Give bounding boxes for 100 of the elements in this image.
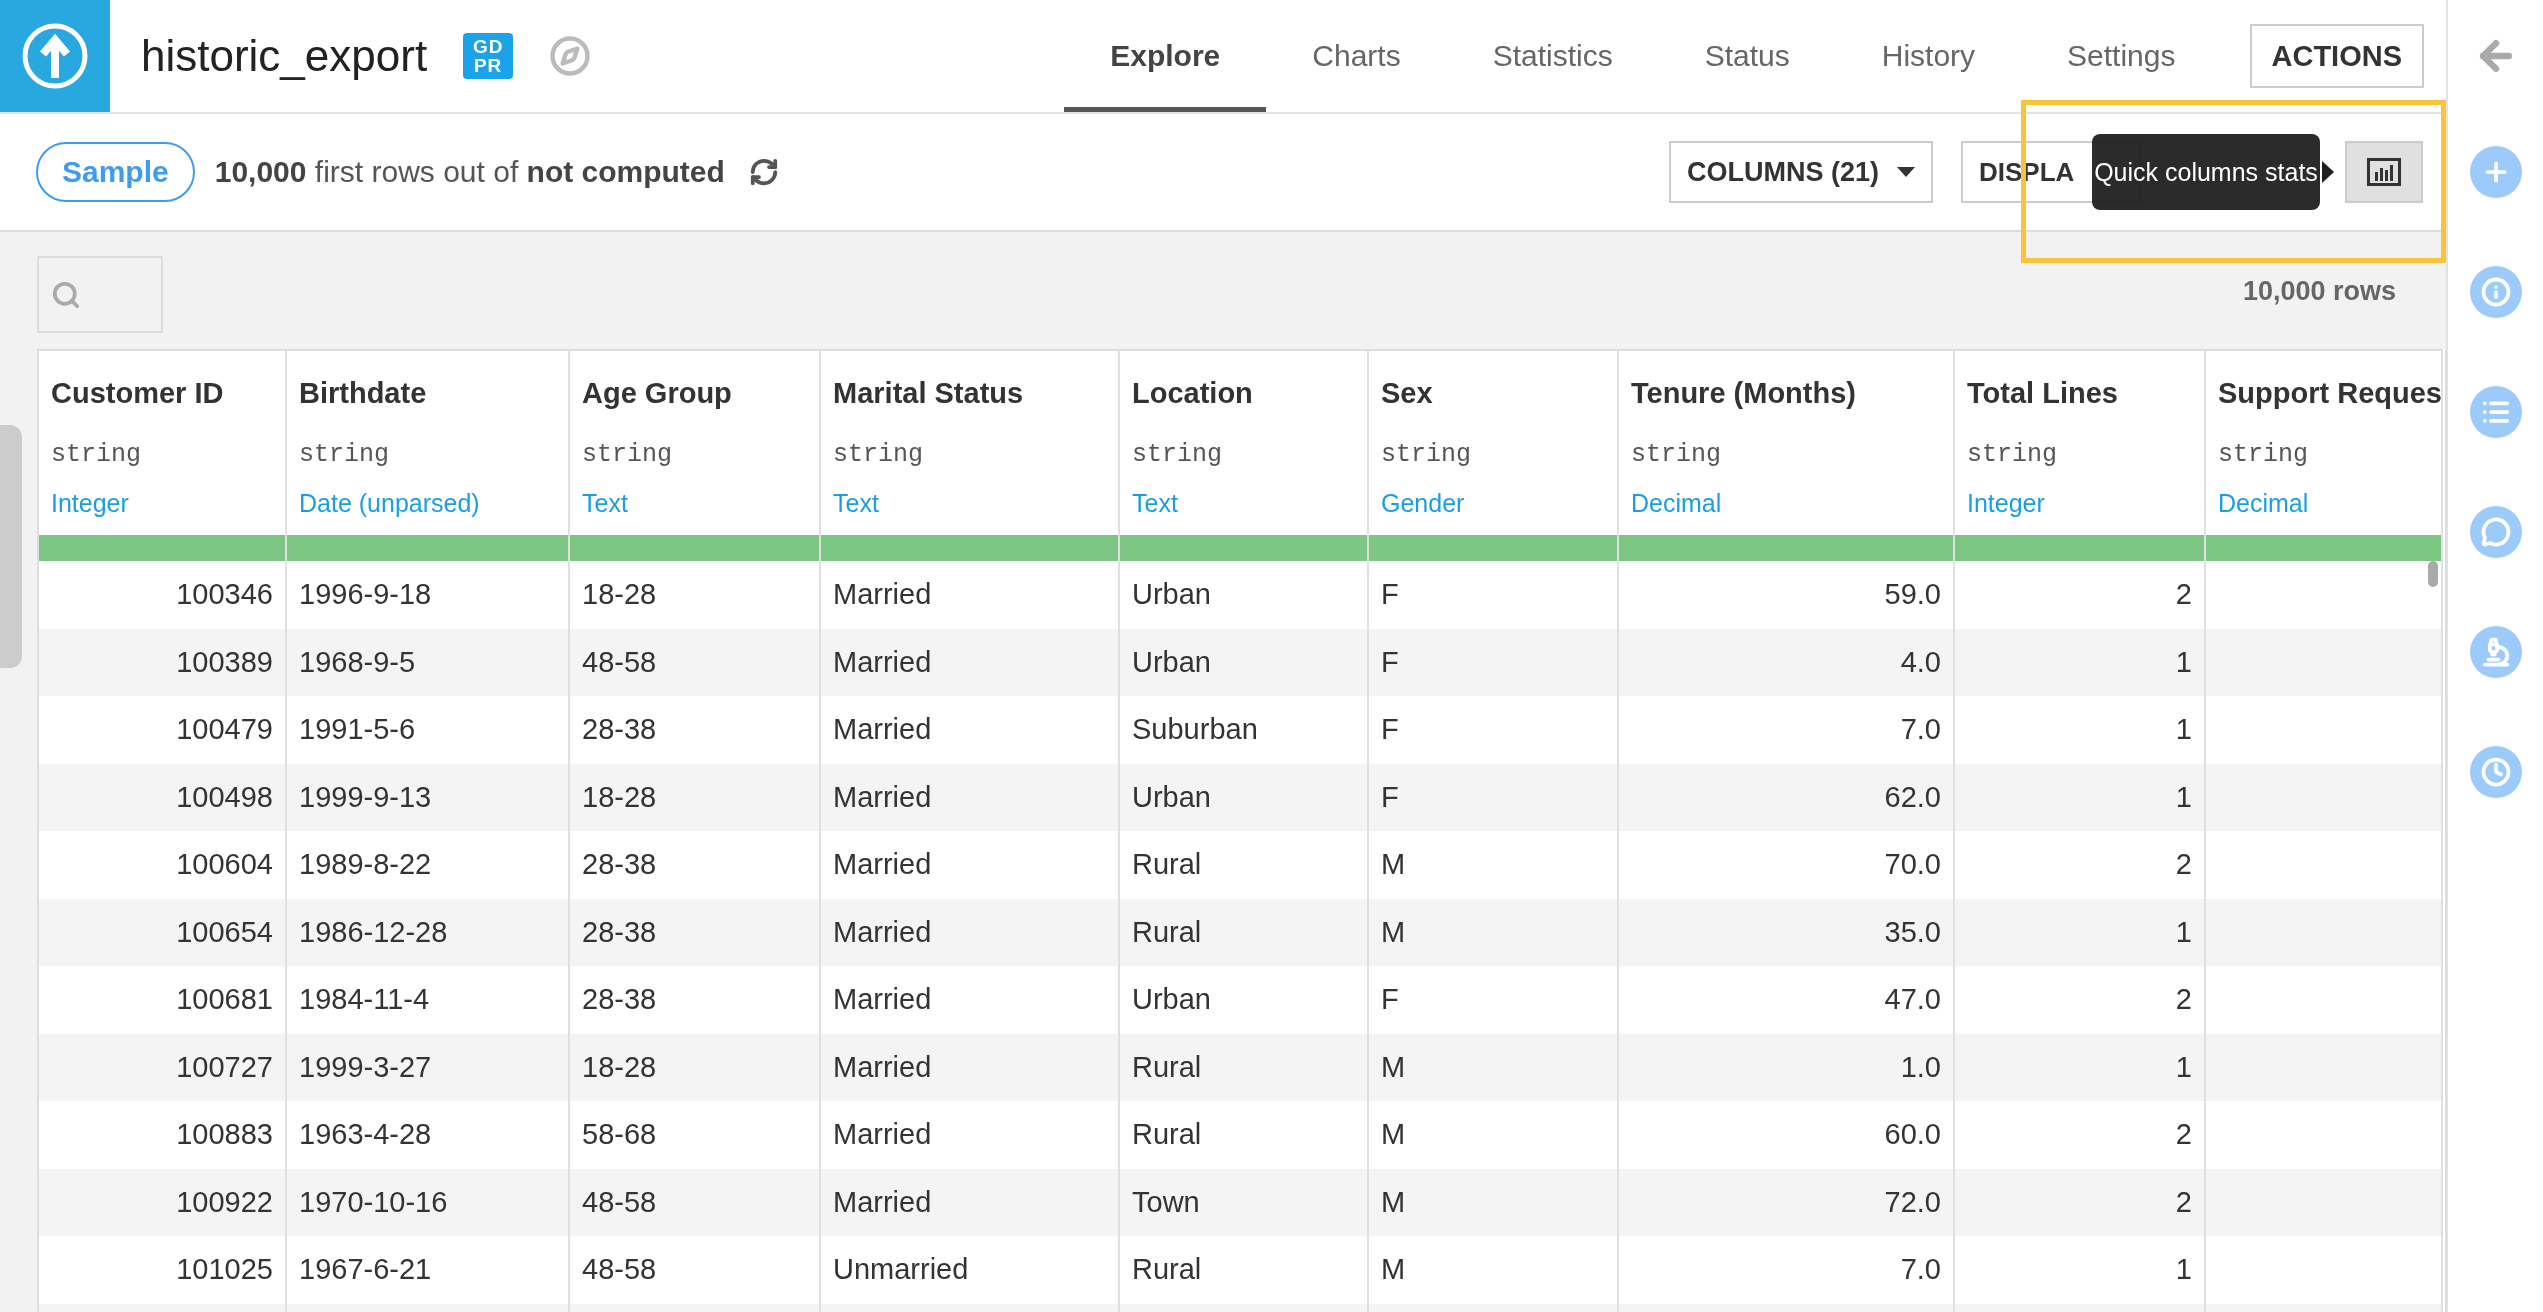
history-button[interactable]: [2469, 746, 2522, 798]
column-meaning[interactable]: Date (unparsed): [299, 489, 568, 518]
column-header[interactable]: Marital Status string Text: [821, 349, 1120, 561]
column-meaning[interactable]: Decimal: [1631, 489, 1953, 518]
table-cell: 100922: [39, 1168, 287, 1236]
sample-button[interactable]: Sample: [36, 142, 195, 202]
table-cell: 1968-9-5: [287, 628, 570, 696]
table-cell: Rural: [1120, 898, 1369, 966]
table-cell: Married: [821, 763, 1120, 831]
table-cell: 18-28: [570, 1033, 821, 1101]
table-cell: 1: [1955, 1033, 2206, 1101]
column-name: Location: [1132, 377, 1254, 410]
logo-icon[interactable]: [0, 0, 110, 112]
table-cell: Urban: [1120, 628, 1369, 696]
table-cell: Married: [821, 1033, 1120, 1101]
table-cell: M: [1369, 1168, 1619, 1236]
info-button[interactable]: [2469, 266, 2522, 318]
nav-tab[interactable]: History: [1835, 0, 2022, 112]
nav-tab[interactable]: Statistics: [1446, 0, 1659, 112]
nav-tab[interactable]: Settings: [2021, 0, 2222, 112]
column-meaning[interactable]: Integer: [51, 489, 285, 518]
table-cell: 28-38: [570, 898, 821, 966]
search-field[interactable]: [37, 256, 163, 333]
search-icon: [51, 279, 81, 310]
table-cell: 100727: [39, 1033, 287, 1101]
columns-button[interactable]: COLUMNS (21): [1669, 141, 1933, 203]
column-name: Sex: [1381, 377, 1434, 410]
refresh-icon[interactable]: [748, 157, 779, 187]
add-button[interactable]: [2469, 146, 2522, 198]
dataset-title: historic_export: [141, 31, 428, 81]
table-cell: 62.0: [1619, 763, 1955, 831]
table-cell: Town: [1120, 1168, 1369, 1236]
storage-type: string: [1967, 440, 2058, 469]
list-button[interactable]: [2469, 386, 2522, 438]
compass-icon[interactable]: [549, 35, 592, 77]
nav-tab[interactable]: Charts: [1266, 0, 1447, 112]
table-cell: 35.0: [1619, 898, 1955, 966]
table-cell: 1: [1955, 628, 2206, 696]
scrollbar-thumb[interactable]: [2428, 561, 2438, 587]
table-cell: M: [1369, 898, 1619, 966]
storage-type: string: [51, 440, 142, 469]
column-header[interactable]: Support Reques string Decimal: [2206, 349, 2443, 561]
storage-type: string: [582, 440, 673, 469]
panel-handle[interactable]: [0, 425, 22, 668]
bar-chart-icon: [2367, 158, 2401, 186]
lab-button[interactable]: [2469, 626, 2522, 678]
table-cell: 100389: [39, 628, 287, 696]
column-name: Birthdate: [299, 377, 428, 410]
table-cell: 1: [1955, 898, 2206, 966]
column-meaning[interactable]: Integer: [1967, 489, 2204, 518]
column-header[interactable]: Location string Text: [1120, 349, 1369, 561]
table-cell: 72.0: [1619, 1168, 1955, 1236]
column-meaning[interactable]: Text: [1132, 489, 1367, 518]
table-cell: 1.0: [1619, 1033, 1955, 1101]
column-meaning[interactable]: Decimal: [2218, 489, 2441, 518]
table-cell: 1: [1955, 763, 2206, 831]
table-cell: 1999-9-13: [287, 763, 570, 831]
nav-tab[interactable]: Explore: [1064, 0, 1267, 112]
storage-type: string: [833, 440, 924, 469]
column-header[interactable]: Age Group string Text: [570, 349, 821, 561]
table-cell: F: [1369, 763, 1619, 831]
table-cell: 100654: [39, 898, 287, 966]
nav-tab[interactable]: Status: [1658, 0, 1836, 112]
speech-bubble-icon: [2480, 517, 2511, 547]
tooltip: Quick columns stats: [2092, 134, 2320, 210]
gdpr-badge: GD PR: [463, 33, 514, 79]
column-name: Age Group: [582, 377, 733, 410]
column-name: Customer ID: [51, 377, 225, 410]
quick-stats-button[interactable]: [2345, 141, 2423, 203]
column-name: Tenure (Months): [1631, 377, 1857, 410]
storage-type: string: [2218, 440, 2309, 469]
table-cell: Urban: [1120, 763, 1369, 831]
table-cell: 1986-12-28: [287, 898, 570, 966]
storage-type: string: [299, 440, 390, 469]
tooltip-pointer-icon: [2322, 161, 2334, 183]
column-header[interactable]: Total Lines string Integer: [1955, 349, 2206, 561]
column-meaning[interactable]: Text: [582, 489, 819, 518]
clock-icon: [2480, 757, 2511, 787]
table-cell: Married: [821, 1168, 1120, 1236]
table-cell: 1970-10-16: [287, 1168, 570, 1236]
column-name: Marital Status: [833, 377, 1025, 410]
microscope-icon: [2480, 637, 2511, 667]
column-meaning[interactable]: Gender: [1381, 489, 1617, 518]
column-name: Total Lines: [1967, 377, 2119, 410]
actions-button[interactable]: ACTIONS: [2249, 24, 2424, 88]
column-header[interactable]: Sex string Gender: [1369, 349, 1619, 561]
storage-type: string: [1381, 440, 1472, 469]
table-cell: Married: [821, 898, 1120, 966]
table-cell: 48-58: [570, 1168, 821, 1236]
column-meaning[interactable]: Text: [833, 489, 1118, 518]
caret-icon: [1897, 167, 1915, 177]
column-header[interactable]: Customer ID string Integer: [39, 349, 287, 561]
comment-button[interactable]: [2469, 506, 2522, 558]
table-cell: 100498: [39, 763, 287, 831]
sample-info: 10,000 first rows out of not computed: [214, 155, 725, 189]
column-header[interactable]: Tenure (Months) string Decimal: [1619, 349, 1955, 561]
info-icon: [2480, 277, 2511, 307]
table-cell: 2: [1955, 1168, 2206, 1236]
table-cell: 18-28: [570, 763, 821, 831]
column-header[interactable]: Birthdate string Date (unparsed): [287, 349, 570, 561]
